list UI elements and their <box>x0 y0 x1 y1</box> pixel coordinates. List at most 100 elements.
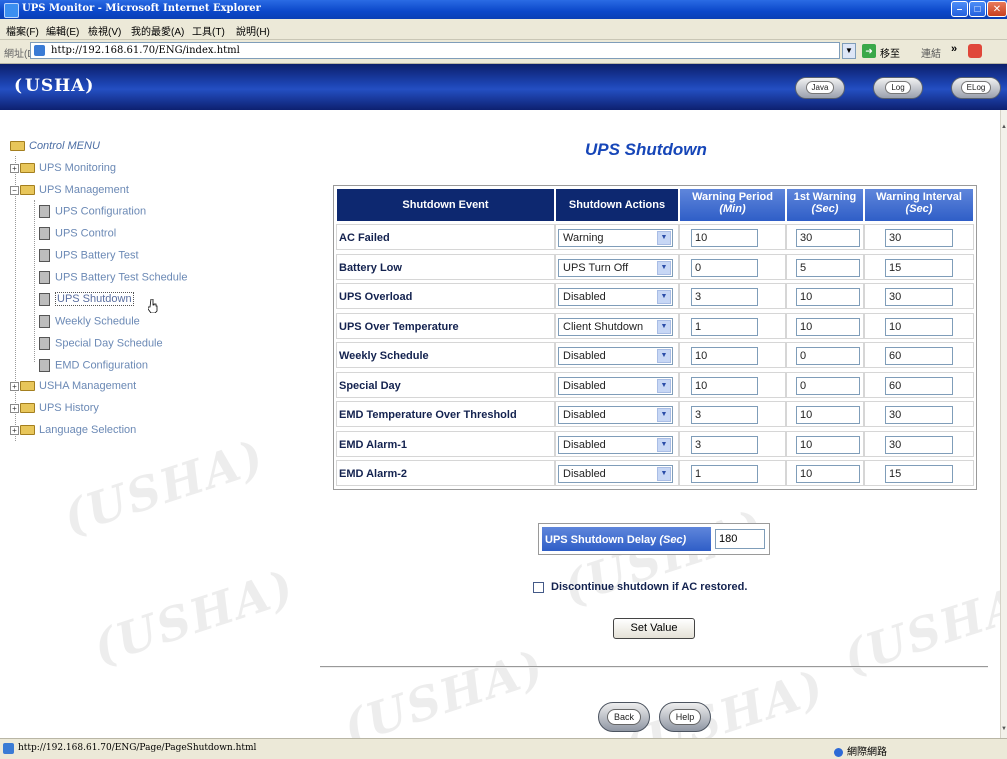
shutdown-action-select[interactable]: Disabled ▼ <box>558 347 673 365</box>
tree-item-special-day-schedule[interactable]: Special Day Schedule <box>39 337 163 350</box>
shutdown-action-select[interactable]: Disabled ▼ <box>558 288 673 306</box>
menu-file[interactable]: 檔案(F) <box>6 23 39 38</box>
tree-item-ups-shutdown[interactable]: UPS Shutdown <box>39 292 134 307</box>
close-button[interactable]: ✕ <box>987 1 1007 17</box>
chevron-down-icon[interactable]: ▼ <box>657 260 671 275</box>
first-warning-cell: 10 <box>786 283 864 309</box>
warning-interval-input[interactable]: 15 <box>885 465 953 483</box>
warning-interval-input[interactable]: 30 <box>885 435 953 454</box>
collapse-minus-icon[interactable]: − <box>10 185 19 195</box>
first-warning-input[interactable]: 5 <box>796 258 860 277</box>
chevron-down-icon[interactable]: ▼ <box>657 349 671 363</box>
warning-period-input[interactable]: 3 <box>691 406 758 424</box>
address-dropdown-icon[interactable]: ▼ <box>842 43 856 59</box>
expand-plus-icon[interactable]: + <box>10 403 19 413</box>
first-warning-input[interactable]: 0 <box>796 347 860 365</box>
first-warning-input[interactable]: 0 <box>796 376 860 395</box>
java-button[interactable]: Java <box>795 77 845 99</box>
chevron-down-icon[interactable]: ▼ <box>657 290 671 304</box>
warning-interval-input[interactable]: 30 <box>885 288 953 306</box>
maximize-button[interactable]: □ <box>969 1 986 17</box>
shutdown-action-select[interactable]: Client Shutdown ▼ <box>558 317 673 336</box>
menu-edit[interactable]: 編輯(E) <box>46 23 79 38</box>
window-title: UPS Monitor - Microsoft Internet Explore… <box>22 3 261 14</box>
shutdown-action-select[interactable]: Disabled ▼ <box>558 376 673 395</box>
chevron-down-icon[interactable]: ▼ <box>657 467 671 481</box>
tree-root[interactable]: Control MENU <box>10 140 100 152</box>
discontinue-checkbox[interactable] <box>533 582 544 593</box>
back-button[interactable]: Back <box>598 702 650 732</box>
log-button[interactable]: Log <box>873 77 923 99</box>
shutdown-action-select[interactable]: Warning ▼ <box>558 229 673 247</box>
tree-item-ups-battery-test-schedule[interactable]: UPS Battery Test Schedule <box>39 271 187 284</box>
tree-item-language-selection[interactable]: + Language Selection <box>10 424 136 436</box>
expand-plus-icon[interactable]: + <box>10 163 19 173</box>
tree-item-label: Language Selection <box>39 424 137 436</box>
warning-interval-input[interactable]: 30 <box>885 406 953 424</box>
tree-item-usha-management[interactable]: + USHA Management <box>10 380 136 392</box>
folder-open-icon <box>10 141 25 152</box>
chevron-down-icon[interactable]: ▼ <box>657 319 671 334</box>
tree-item-label: USHA Management <box>39 380 137 392</box>
warning-period-input[interactable]: 1 <box>691 465 758 483</box>
shutdown-action-select[interactable]: Disabled ▼ <box>558 406 673 424</box>
warning-interval-input[interactable]: 15 <box>885 258 953 277</box>
shutdown-action-select[interactable]: Disabled ▼ <box>558 465 673 483</box>
menu-help[interactable]: 說明(H) <box>236 23 270 38</box>
warning-interval-input[interactable]: 60 <box>885 347 953 365</box>
tree-item-ups-management[interactable]: − UPS Management <box>10 184 129 196</box>
scroll-up-icon[interactable]: ▲ <box>1001 124 1007 130</box>
go-button[interactable]: 移至 <box>880 45 900 60</box>
warning-period-input[interactable]: 10 <box>691 347 758 365</box>
warning-period-input[interactable]: 10 <box>691 229 758 247</box>
set-value-button[interactable]: Set Value <box>613 618 695 639</box>
warning-interval-input[interactable]: 10 <box>885 317 953 336</box>
shutdown-action-select[interactable]: Disabled ▼ <box>558 435 673 454</box>
warning-period-input[interactable]: 3 <box>691 435 758 454</box>
chevron-down-icon[interactable]: ▼ <box>657 408 671 422</box>
warning-period-input[interactable]: 0 <box>691 258 758 277</box>
address-input[interactable]: http://192.168.61.70/ENG/index.html <box>30 42 840 59</box>
shutdown-delay-input[interactable]: 180 <box>715 529 765 549</box>
first-warning-input[interactable]: 30 <box>796 229 860 247</box>
vertical-scrollbar[interactable]: ▲ ▼ <box>1000 110 1007 738</box>
shutdown-action-select[interactable]: UPS Turn Off ▼ <box>558 258 673 277</box>
expand-plus-icon[interactable]: + <box>10 381 19 391</box>
first-warning-input[interactable]: 10 <box>796 465 860 483</box>
elog-button[interactable]: ELog <box>951 77 1001 99</box>
warning-period-input[interactable]: 10 <box>691 376 758 395</box>
help-button[interactable]: Help <box>659 702 711 732</box>
menu-view[interactable]: 檢視(V) <box>88 23 121 38</box>
event-name: EMD Alarm-1 <box>336 430 555 457</box>
period-cell: 3 <box>679 430 786 457</box>
scroll-down-icon[interactable]: ▼ <box>1001 726 1007 732</box>
first-warning-input[interactable]: 10 <box>796 435 860 454</box>
chevron-down-icon[interactable]: ▼ <box>657 378 671 393</box>
expand-plus-icon[interactable]: + <box>10 425 19 435</box>
toolbar-extra-icon[interactable] <box>968 44 982 58</box>
tree-item-ups-control[interactable]: UPS Control <box>39 227 116 240</box>
menu-favorites[interactable]: 我的最愛(A) <box>131 23 184 38</box>
links-chevron[interactable]: » <box>951 43 957 55</box>
action-cell: Warning ▼ <box>555 224 679 250</box>
warning-period-input[interactable]: 3 <box>691 288 758 306</box>
warning-interval-input[interactable]: 30 <box>885 229 953 247</box>
menu-tools[interactable]: 工具(T) <box>192 23 225 38</box>
tree-item-ups-monitoring[interactable]: + UPS Monitoring <box>10 162 116 174</box>
warning-period-input[interactable]: 1 <box>691 317 758 336</box>
chevron-down-icon[interactable]: ▼ <box>657 231 671 245</box>
go-arrow-icon[interactable]: ➜ <box>862 44 876 58</box>
tree-item-weekly-schedule[interactable]: Weekly Schedule <box>39 315 140 328</box>
warning-interval-input[interactable]: 60 <box>885 376 953 395</box>
first-warning-input[interactable]: 10 <box>796 406 860 424</box>
links-label[interactable]: 連結 <box>921 45 941 60</box>
minimize-button[interactable]: – <box>951 1 968 17</box>
tree-item-ups-history[interactable]: + UPS History <box>10 402 99 414</box>
address-url[interactable]: http://192.168.61.70/ENG/index.html <box>51 45 240 56</box>
tree-item-emd-configuration[interactable]: EMD Configuration <box>39 359 148 372</box>
tree-item-ups-configuration[interactable]: UPS Configuration <box>39 205 146 218</box>
first-warning-input[interactable]: 10 <box>796 317 860 336</box>
chevron-down-icon[interactable]: ▼ <box>657 437 671 452</box>
first-warning-input[interactable]: 10 <box>796 288 860 306</box>
tree-item-ups-battery-test[interactable]: UPS Battery Test <box>39 249 139 262</box>
